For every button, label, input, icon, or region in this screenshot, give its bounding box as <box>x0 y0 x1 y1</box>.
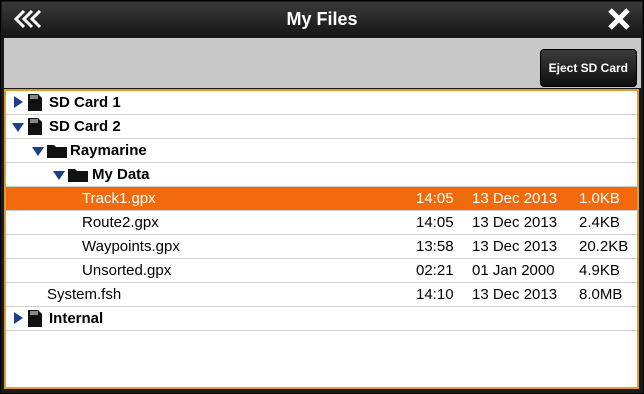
file-row-route2[interactable]: Route2.gpx 14:05 13 Dec 2013 2.4KB <box>6 211 637 235</box>
tree-item-sd-card-1[interactable]: SD Card 1 <box>6 91 637 115</box>
file-name: Track1.gpx <box>82 190 156 207</box>
file-row-track1[interactable]: Track1.gpx 14:05 13 Dec 2013 1.0KB <box>6 187 637 211</box>
collapse-arrow-icon[interactable] <box>12 123 24 132</box>
file-row-system[interactable]: System.fsh 14:10 13 Dec 2013 8.0MB <box>6 283 637 307</box>
tree-item-label: Internal <box>49 310 104 327</box>
file-date: 13 Dec 2013 <box>472 238 558 255</box>
file-name: Unsorted.gpx <box>82 262 172 279</box>
file-time: 14:05 <box>416 190 454 207</box>
file-time: 14:05 <box>416 214 454 231</box>
file-name: Route2.gpx <box>82 214 159 231</box>
tree-item-my-data[interactable]: My Data <box>6 163 637 187</box>
tree-item-raymarine[interactable]: Raymarine <box>6 139 637 163</box>
tree-item-internal[interactable]: Internal <box>6 307 637 331</box>
close-icon <box>608 8 630 30</box>
my-files-window: My Files Eject SD Card SD Card 1 SD Card… <box>0 0 644 394</box>
tree-item-label: My Data <box>92 166 150 183</box>
file-time: 14:10 <box>416 286 454 303</box>
file-date: 01 Jan 2000 <box>472 262 555 279</box>
file-name: System.fsh <box>47 286 122 303</box>
toolbar: Eject SD Card <box>4 38 641 88</box>
file-size: 1.0KB <box>579 190 620 207</box>
tree-item-label: Raymarine <box>70 142 147 159</box>
file-date: 13 Dec 2013 <box>472 190 558 207</box>
sd-card-icon <box>28 118 42 135</box>
file-date: 13 Dec 2013 <box>472 214 558 231</box>
tree-item-sd-card-2[interactable]: SD Card 2 <box>6 115 637 139</box>
folder-icon <box>68 169 88 182</box>
file-size: 20.2KB <box>579 238 629 255</box>
file-time: 02:21 <box>416 262 454 279</box>
expand-arrow-icon[interactable] <box>14 96 23 108</box>
file-row-unsorted[interactable]: Unsorted.gpx 02:21 01 Jan 2000 4.9KB <box>6 259 637 283</box>
tree-item-label: SD Card 2 <box>49 118 121 135</box>
folder-icon <box>47 145 67 158</box>
file-time: 13:58 <box>416 238 454 255</box>
close-button[interactable] <box>604 6 634 32</box>
sd-card-icon <box>28 94 42 111</box>
expand-arrow-icon[interactable] <box>14 312 23 324</box>
page-title: My Files <box>286 9 358 29</box>
file-size: 4.9KB <box>579 262 620 279</box>
tree-item-label: SD Card 1 <box>49 94 121 111</box>
eject-sd-card-button[interactable]: Eject SD Card <box>539 49 637 87</box>
file-size: 8.0MB <box>579 286 623 303</box>
file-name: Waypoints.gpx <box>82 238 180 255</box>
collapse-arrow-icon[interactable] <box>32 147 44 156</box>
file-size: 2.4KB <box>579 214 620 231</box>
collapse-arrow-icon[interactable] <box>53 171 65 180</box>
title-bar: My Files <box>2 2 642 37</box>
sd-card-icon <box>28 310 42 327</box>
file-tree-list: SD Card 1 SD Card 2 Raymarine My Data Tr… <box>4 89 639 389</box>
file-row-waypoints[interactable]: Waypoints.gpx 13:58 13 Dec 2013 20.2KB <box>6 235 637 259</box>
file-date: 13 Dec 2013 <box>472 286 558 303</box>
